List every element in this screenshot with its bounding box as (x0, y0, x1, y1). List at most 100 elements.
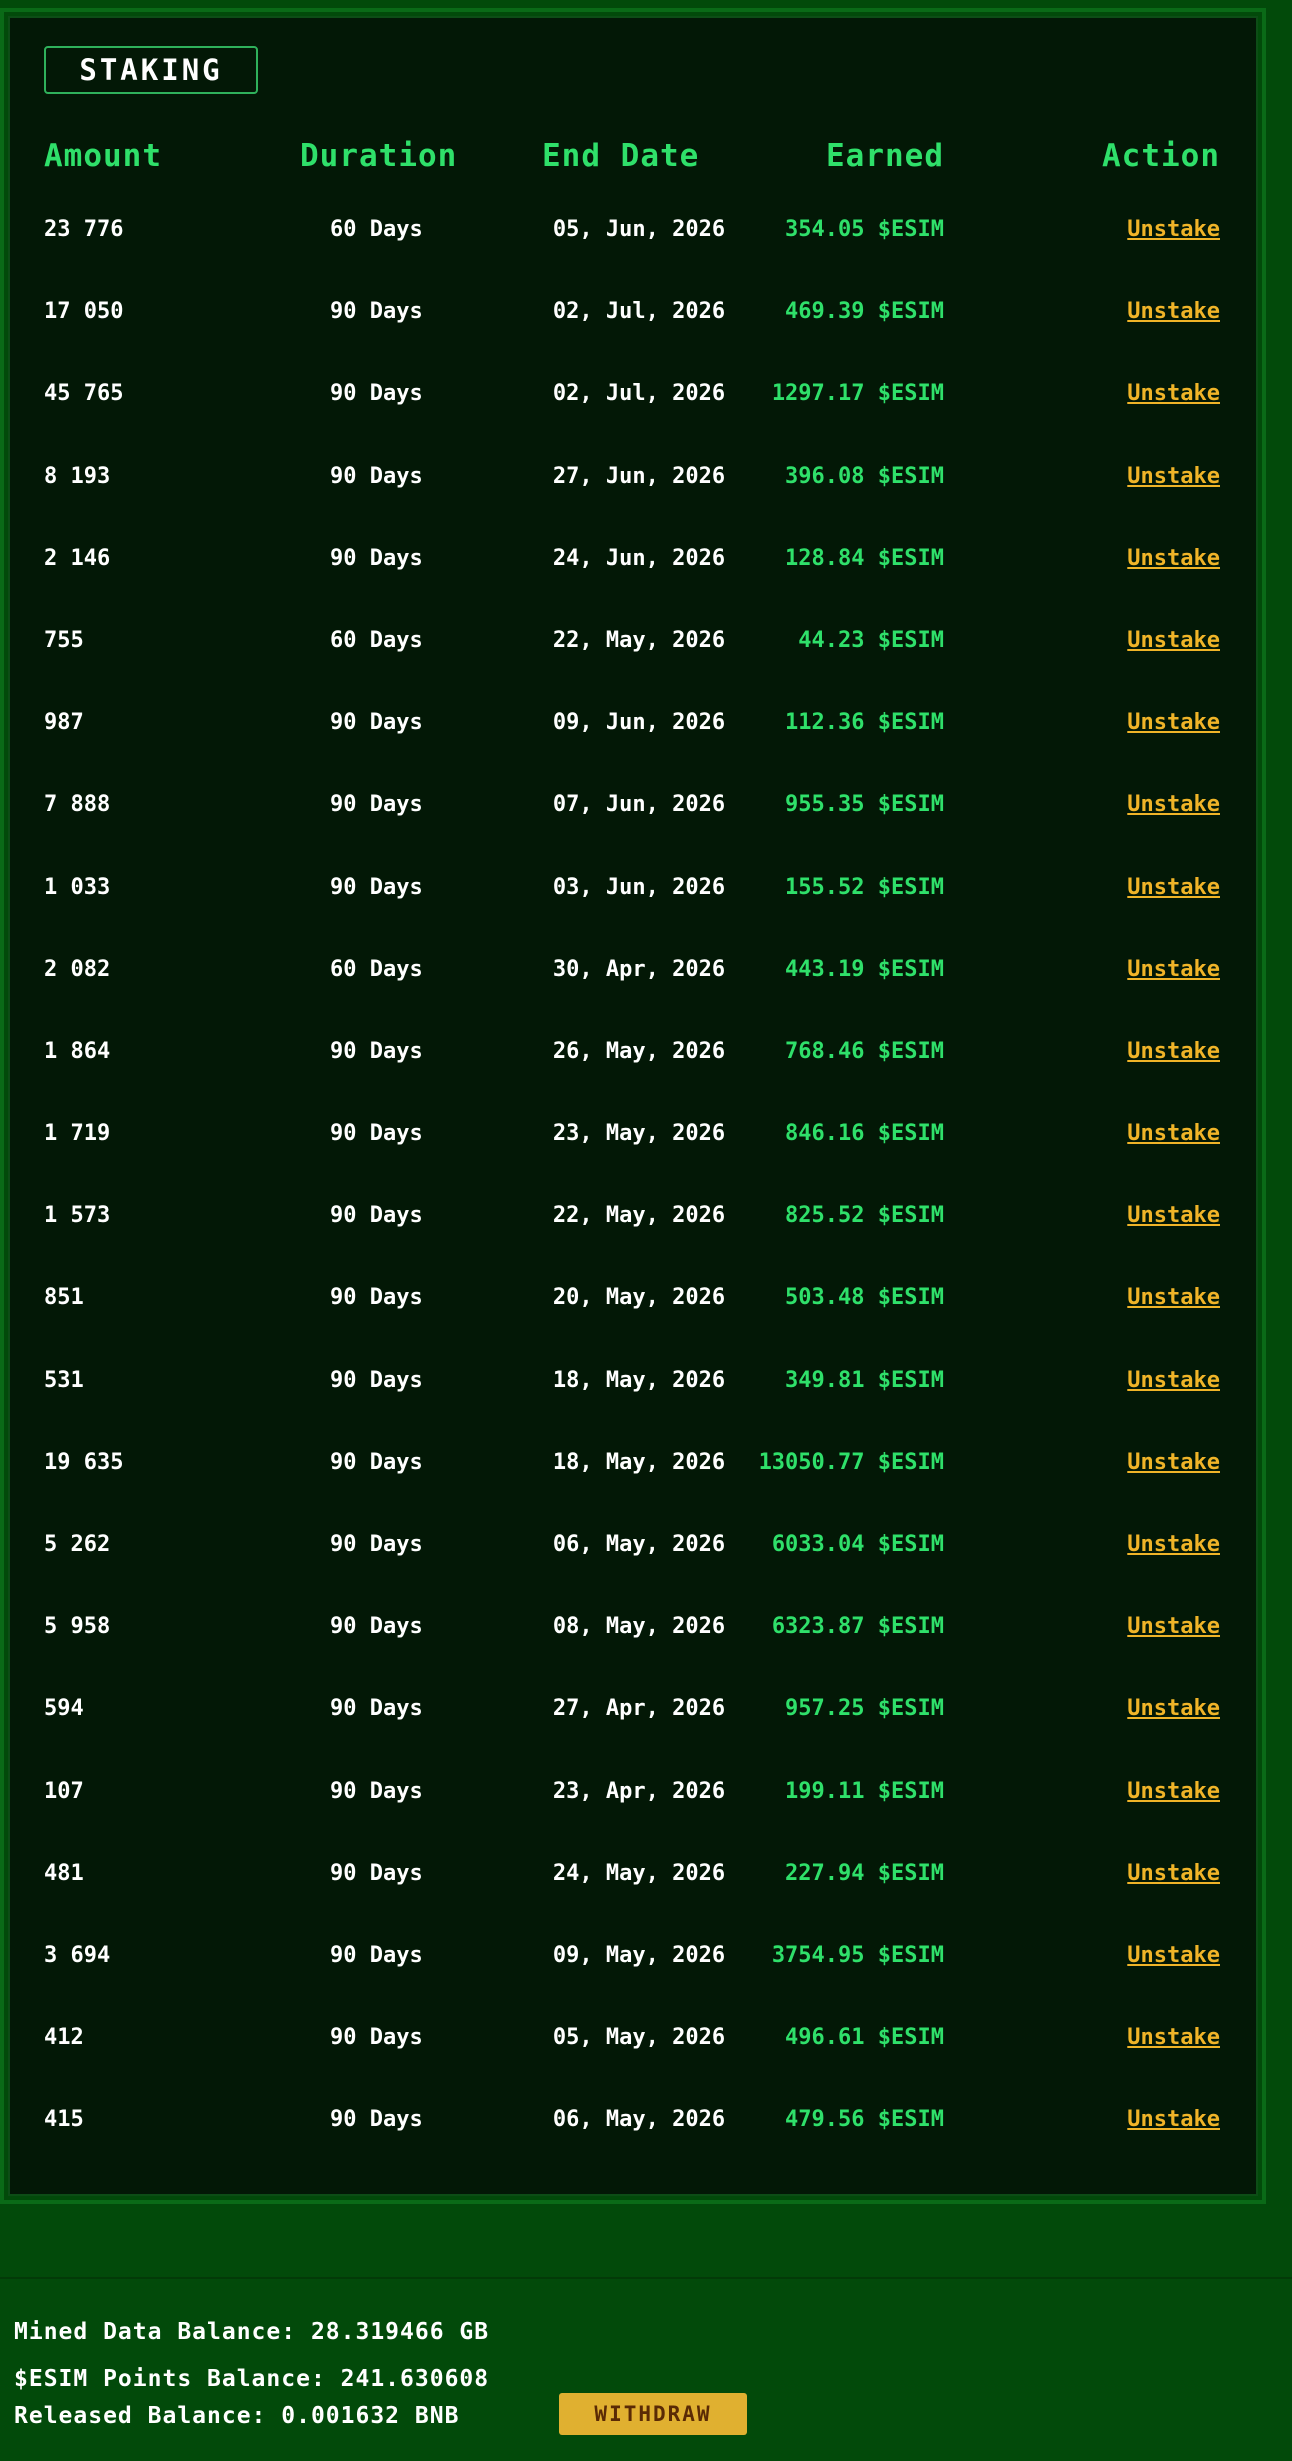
table-row: 5 262 90 Days 06, May, 2026 6033.04 $ESIM Un… (10, 1533, 1256, 1615)
earned-cell: 768.46 $ESIM (785, 1038, 944, 1064)
header-earned: Earned (826, 138, 944, 174)
unstake-link[interactable]: Unstake (1127, 546, 1220, 571)
unstake-link[interactable]: Unstake (1127, 1533, 1220, 1557)
table-row: 8 193 90 Days 27, Jun, 2026 396.08 $ESIM Uns… (10, 463, 1256, 547)
earned-cell: 349.81 $ESIM (785, 1367, 944, 1393)
duration-cell: 90 Days (330, 1532, 423, 1557)
earned-cell: 199.11 $ESIM (785, 1778, 944, 1804)
earned-cell: 443.19 $ESIM (785, 956, 944, 982)
duration-cell: 90 Days (330, 1860, 423, 1886)
earned-cell: 13050.77 $ESIM (758, 1449, 944, 1475)
unstake-link[interactable]: Unstake (1127, 711, 1220, 735)
unstake-link[interactable]: Unstake (1127, 1286, 1220, 1310)
amount-cell: 17 050 (44, 299, 124, 325)
staking-tab[interactable]: STAKING (44, 46, 258, 94)
unstake-link[interactable]: Unstake (1127, 1122, 1220, 1146)
duration-cell: 90 Days (330, 299, 423, 325)
staking-table-container: STAKING Amount Duration End Date Earned … (8, 16, 1258, 2196)
unstake-link[interactable]: Unstake (1127, 382, 1220, 406)
earned-cell: 3754.95 $ESIM (771, 1942, 944, 1968)
unstake-link[interactable]: Unstake (1127, 1697, 1220, 1721)
duration-cell: 90 Days (330, 1203, 423, 1229)
duration-cell: 60 Days (330, 627, 423, 653)
earned-cell: 825.52 $ESIM (785, 1203, 944, 1229)
earned-cell: 354.05 $ESIM (785, 217, 944, 242)
duration-cell: 90 Days (330, 2107, 423, 2133)
earned-cell: 44.23 $ESIM (798, 627, 944, 653)
amount-cell: 3 694 (44, 1942, 111, 1968)
unstake-link[interactable]: Unstake (1127, 464, 1220, 489)
table-row: 481 90 Days 24, May, 2026 227.94 $ESIM Unsta… (10, 1860, 1256, 1944)
unstake-link[interactable]: Unstake (1127, 1943, 1220, 1968)
unstake-link[interactable]: Unstake (1127, 2026, 1220, 2050)
amount-cell: 987 (44, 710, 84, 736)
amount-cell: 2 082 (44, 956, 111, 982)
table-row: 531 90 Days 18, May, 2026 349.81 $ESIM Unsta… (10, 1367, 1256, 1451)
earned-cell: 496.61 $ESIM (785, 2025, 944, 2051)
unstake-link[interactable]: Unstake (1127, 1450, 1220, 1475)
earned-cell: 6033.04 $ESIM (771, 1532, 944, 1557)
staking-rows: 23 776 60 Days 05, Jun, 2026 354.05 $ESIM Un… (10, 218, 1256, 2191)
duration-cell: 90 Days (330, 2025, 423, 2051)
earned-cell: 155.52 $ESIM (785, 874, 944, 900)
table-row: 1 033 90 Days 03, Jun, 2026 155.52 $ESIM Uns… (10, 874, 1256, 958)
table-row: 7 888 90 Days 07, Jun, 2026 955.35 $ESIM Uns… (10, 793, 1256, 875)
table-row: 3 694 90 Days 09, May, 2026 3754.95 $ESIM Un… (10, 1942, 1256, 2026)
earned-cell: 955.35 $ESIM (785, 792, 944, 818)
amount-cell: 412 (44, 2025, 84, 2051)
amount-cell: 8 193 (44, 463, 111, 489)
earned-cell: 128.84 $ESIM (785, 545, 944, 571)
unstake-link[interactable]: Unstake (1127, 793, 1220, 817)
unstake-link[interactable]: Unstake (1127, 1368, 1220, 1393)
amount-cell: 45 765 (44, 381, 124, 407)
unstake-link[interactable]: Unstake (1127, 1861, 1220, 1886)
unstake-link[interactable]: Unstake (1127, 957, 1220, 982)
unstake-link[interactable]: Unstake (1127, 1779, 1220, 1804)
table-header: Amount Duration End Date Earned Action (10, 138, 1256, 182)
duration-cell: 90 Days (330, 1942, 423, 1968)
amount-cell: 755 (44, 627, 84, 653)
amount-cell: 851 (44, 1285, 84, 1311)
duration-cell: 60 Days (330, 956, 423, 982)
duration-cell: 60 Days (330, 217, 423, 242)
duration-cell: 90 Days (330, 1367, 423, 1393)
unstake-link[interactable]: Unstake (1127, 628, 1220, 653)
table-row: 2 146 90 Days 24, Jun, 2026 128.84 $ESIM Uns… (10, 545, 1256, 629)
duration-cell: 90 Days (330, 545, 423, 571)
duration-cell: 90 Days (330, 1285, 423, 1311)
table-row: 23 776 60 Days 05, Jun, 2026 354.05 $ESIM Un… (10, 218, 1256, 300)
duration-cell: 90 Days (330, 874, 423, 900)
unstake-link[interactable]: Unstake (1127, 2108, 1220, 2132)
duration-cell: 90 Days (330, 463, 423, 489)
table-row: 107 90 Days 23, Apr, 2026 199.11 $ESIM Unsta… (10, 1778, 1256, 1862)
duration-cell: 90 Days (330, 1449, 423, 1475)
earned-cell: 227.94 $ESIM (785, 1860, 944, 1886)
header-amount: Amount (44, 138, 162, 174)
duration-cell: 90 Days (330, 1696, 423, 1722)
amount-cell: 1 573 (44, 1203, 111, 1229)
unstake-link[interactable]: Unstake (1127, 1039, 1220, 1064)
duration-cell: 90 Days (330, 1121, 423, 1147)
unstake-link[interactable]: Unstake (1127, 1204, 1220, 1228)
table-row: 45 765 90 Days 02, Jul, 2026 1297.17 $ESIM U… (10, 382, 1256, 464)
amount-cell: 1 864 (44, 1038, 111, 1064)
table-row: 17 050 90 Days 02, Jul, 2026 469.39 $ESIM Un… (10, 300, 1256, 382)
table-row: 987 90 Days 09, Jun, 2026 112.36 $ESIM Unsta… (10, 711, 1256, 793)
table-row: 19 635 90 Days 18, May, 2026 13050.77 $ESIM… (10, 1449, 1256, 1533)
earned-cell: 479.56 $ESIM (785, 2107, 944, 2133)
unstake-link[interactable]: Unstake (1127, 875, 1220, 900)
amount-cell: 23 776 (44, 217, 124, 242)
unstake-link[interactable]: Unstake (1127, 1615, 1220, 1639)
amount-cell: 531 (44, 1367, 84, 1393)
withdraw-button[interactable]: WITHDRAW (559, 2393, 747, 2435)
duration-cell: 90 Days (330, 381, 423, 407)
unstake-link[interactable]: Unstake (1127, 300, 1220, 324)
earned-cell: 846.16 $ESIM (785, 1121, 944, 1147)
table-row: 5 958 90 Days 08, May, 2026 6323.87 $ESIM Un… (10, 1615, 1256, 1697)
table-row: 1 719 90 Days 23, May, 2026 846.16 $ESIM Uns… (10, 1122, 1256, 1204)
table-row: 755 60 Days 22, May, 2026 44.23 $ESIM Unstak… (10, 627, 1256, 711)
amount-cell: 2 146 (44, 545, 111, 571)
header-duration: Duration (300, 138, 458, 174)
balance-footer: Mined Data Balance: 28.319466 GB $ESIM P… (0, 2277, 1292, 2461)
unstake-link[interactable]: Unstake (1127, 218, 1220, 242)
